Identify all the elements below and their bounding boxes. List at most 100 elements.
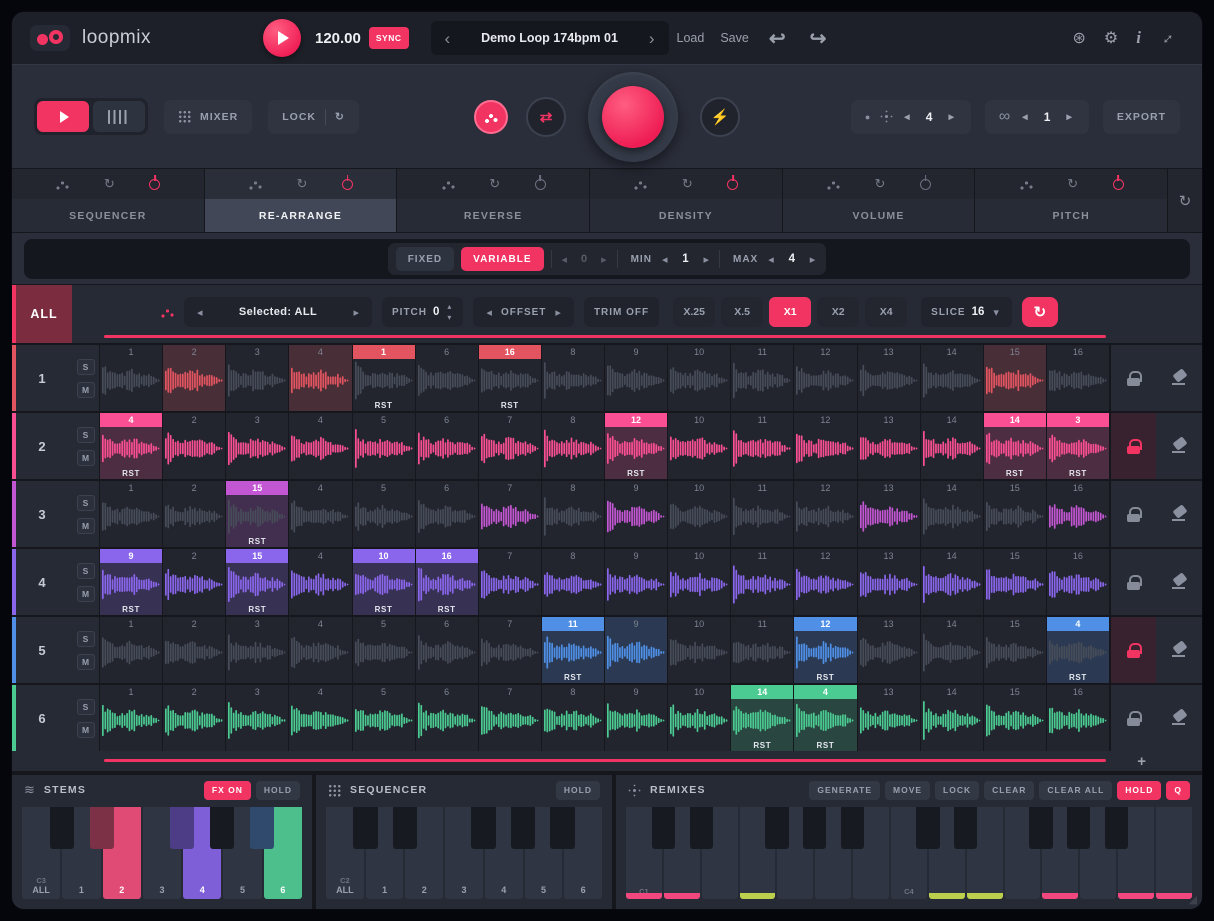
row-erase-button-3[interactable] [1156, 481, 1202, 547]
slice-1-11[interactable]: 11 [731, 345, 794, 411]
slice-3-11[interactable]: 11 [731, 481, 794, 547]
pattern-burst-icon[interactable] [880, 110, 893, 123]
mute-button-4[interactable]: M [77, 586, 95, 602]
speed-button-x-5[interactable]: X.5 [721, 297, 763, 327]
slice-6-13[interactable]: 13 [858, 685, 921, 751]
min-next-button[interactable]: ▸ [700, 253, 712, 266]
slice-4-15[interactable]: 15 [984, 549, 1047, 615]
remixes-black-key-3[interactable] [765, 807, 788, 849]
track-number-4[interactable]: 4 [12, 549, 72, 615]
slice-1-14[interactable]: 14 [921, 345, 984, 411]
randomizer-ball-icon[interactable]: ⊛ [1064, 28, 1095, 48]
slice-3-2[interactable]: 2 [163, 481, 226, 547]
slice-6-4[interactable]: 4 [289, 685, 352, 751]
slice-3-8[interactable]: 8 [542, 481, 605, 547]
stems-black-key-3[interactable] [170, 807, 195, 849]
slice-6-1[interactable]: 1 [100, 685, 163, 751]
row-erase-button-6[interactable] [1156, 685, 1202, 751]
selected-prev-button[interactable]: ◂ [194, 306, 206, 319]
all-tracks-tab[interactable]: ALL [12, 285, 72, 343]
slice-6-6[interactable]: 6 [416, 685, 479, 751]
mute-button-3[interactable]: M [77, 518, 95, 534]
sequencer-black-key-1[interactable] [353, 807, 377, 849]
min-prev-button[interactable]: ◂ [659, 253, 671, 266]
remixes-black-key-8[interactable] [1029, 807, 1052, 849]
row-lock-button-4[interactable] [1110, 549, 1156, 615]
tab-reverse[interactable]: REVERSE [397, 199, 589, 232]
slice-4-13[interactable]: 13 [858, 549, 921, 615]
mute-button-6[interactable]: M [77, 722, 95, 738]
mixer-button[interactable]: MIXER [164, 100, 252, 134]
remixes-hold-button[interactable]: HOLD [1117, 781, 1161, 800]
slice-3-16[interactable]: 16 [1047, 481, 1110, 547]
slice-2-9[interactable]: 12RST [605, 413, 668, 479]
preset-name[interactable]: Demo Loop 174bpm 01 [454, 31, 645, 45]
remixes-black-key-5[interactable] [841, 807, 864, 849]
slice-3-15[interactable]: 15 [984, 481, 1047, 547]
slice-4-9[interactable]: 9 [605, 549, 668, 615]
slice-6-3[interactable]: 3 [226, 685, 289, 751]
slice-6-15[interactable]: 15 [984, 685, 1047, 751]
row-erase-button-5[interactable] [1156, 617, 1202, 683]
add-button[interactable]: + [1137, 753, 1146, 770]
row-erase-button-4[interactable] [1156, 549, 1202, 615]
slice-5-1[interactable]: 1 [100, 617, 163, 683]
slice-1-2[interactable]: 2 [163, 345, 226, 411]
track-number-5[interactable]: 5 [12, 617, 72, 683]
slice-4-11[interactable]: 11 [731, 549, 794, 615]
rotate-slices-button[interactable]: ↻ [1022, 297, 1058, 327]
slice-2-16[interactable]: 3RST [1047, 413, 1110, 479]
pattern-next-button[interactable]: ▸ [947, 111, 957, 123]
slice-6-12[interactable]: 4RST [794, 685, 857, 751]
slice-1-13[interactable]: 13 [858, 345, 921, 411]
remixes-black-key-7[interactable] [954, 807, 977, 849]
slice-2-8[interactable]: 8 [542, 413, 605, 479]
variation-prev-button[interactable]: ◂ [559, 253, 571, 266]
stems-black-key-2[interactable] [90, 807, 115, 849]
mute-button-5[interactable]: M [77, 654, 95, 670]
slice-1-5[interactable]: 1RST [353, 345, 416, 411]
refresh-icon[interactable]: ↻ [104, 176, 115, 192]
power-icon[interactable] [149, 179, 160, 190]
slice-2-12[interactable]: 12 [794, 413, 857, 479]
refresh-icon[interactable]: ↻ [682, 176, 693, 192]
solo-button-1[interactable]: S [77, 359, 95, 375]
solo-button-5[interactable]: S [77, 631, 95, 647]
mute-button-1[interactable]: M [77, 382, 95, 398]
pattern-dot-icon[interactable]: ● [865, 112, 871, 122]
slice-4-4[interactable]: 4 [289, 549, 352, 615]
mute-button-2[interactable]: M [77, 450, 95, 466]
track-number-2[interactable]: 2 [12, 413, 72, 479]
slice-3-4[interactable]: 4 [289, 481, 352, 547]
slice-1-16[interactable]: 16 [1047, 345, 1110, 411]
row-lock-button-3[interactable] [1110, 481, 1156, 547]
slice-dropdown-icon[interactable]: ▾ [990, 306, 1002, 319]
speed-button-x2[interactable]: X2 [817, 297, 859, 327]
refresh-icon[interactable]: ↻ [297, 176, 308, 192]
randomize-icon[interactable] [248, 177, 262, 191]
slice-5-2[interactable]: 2 [163, 617, 226, 683]
slice-4-2[interactable]: 2 [163, 549, 226, 615]
remixes-clear-button[interactable]: CLEAR [984, 781, 1034, 800]
speed-button-x-25[interactable]: X.25 [673, 297, 715, 327]
export-button[interactable]: EXPORT [1103, 100, 1180, 134]
slice-5-10[interactable]: 10 [668, 617, 731, 683]
slice-3-1[interactable]: 1 [100, 481, 163, 547]
main-remix-knob[interactable] [602, 86, 664, 148]
slice-5-7[interactable]: 7 [479, 617, 542, 683]
settings-gear-icon[interactable]: ⚙ [1095, 28, 1127, 48]
preset-next-button[interactable]: › [645, 30, 659, 47]
remixes-move-button[interactable]: MOVE [885, 781, 930, 800]
track-number-3[interactable]: 3 [12, 481, 72, 547]
speed-button-x1[interactable]: X1 [769, 297, 811, 327]
remixes-black-key-1[interactable] [652, 807, 675, 849]
slice-6-5[interactable]: 5 [353, 685, 416, 751]
slice-3-13[interactable]: 13 [858, 481, 921, 547]
remixes-black-key-9[interactable] [1067, 807, 1090, 849]
tab-sequencer[interactable]: SEQUENCER [12, 199, 204, 232]
slice-3-3[interactable]: 15RST [226, 481, 289, 547]
resize-grip[interactable]: ◢ [1189, 893, 1197, 906]
slice-5-6[interactable]: 6 [416, 617, 479, 683]
slice-1-3[interactable]: 3 [226, 345, 289, 411]
pitch-down-button[interactable]: ▾ [445, 312, 453, 323]
